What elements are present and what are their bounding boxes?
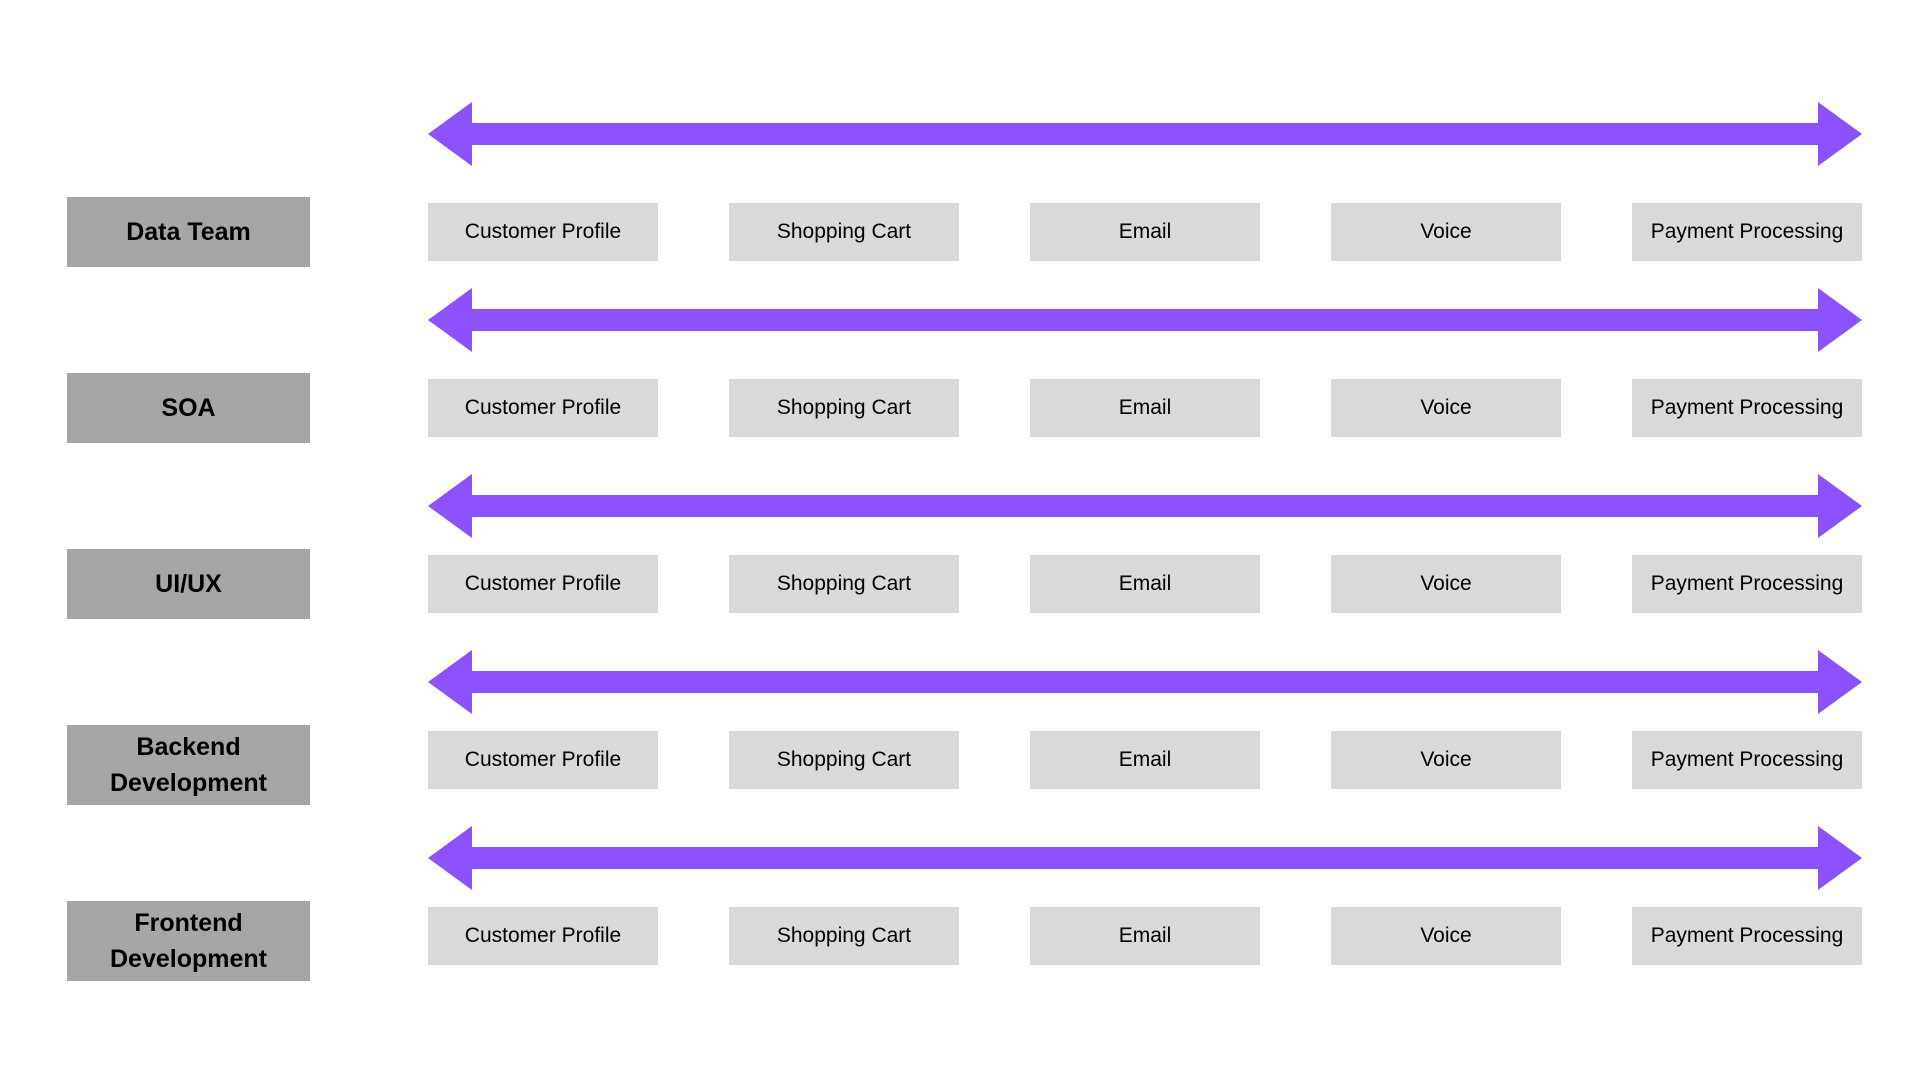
service-email: Email — [1030, 907, 1260, 965]
service-shopping-cart: Shopping Cart — [729, 907, 959, 965]
team-label-frontend-development: Frontend Development — [67, 901, 310, 981]
team-label-backend-development: Backend Development — [67, 725, 310, 805]
service-customer-profile: Customer Profile — [428, 203, 658, 261]
service-payment-processing: Payment Processing — [1632, 907, 1862, 965]
double-arrow-2 — [428, 288, 1862, 352]
service-email: Email — [1030, 555, 1260, 613]
double-arrow-1 — [428, 102, 1862, 166]
service-payment-processing: Payment Processing — [1632, 379, 1862, 437]
service-shopping-cart: Shopping Cart — [729, 203, 959, 261]
team-label-ui-ux: UI/UX — [67, 549, 310, 619]
team-label-data-team: Data Team — [67, 197, 310, 267]
double-arrow-4 — [428, 650, 1862, 714]
service-email: Email — [1030, 203, 1260, 261]
double-arrow-5 — [428, 826, 1862, 890]
service-payment-processing: Payment Processing — [1632, 731, 1862, 789]
double-arrow-3 — [428, 474, 1862, 538]
service-voice: Voice — [1331, 907, 1561, 965]
team-label-soa: SOA — [67, 373, 310, 443]
service-voice: Voice — [1331, 379, 1561, 437]
service-voice: Voice — [1331, 555, 1561, 613]
service-customer-profile: Customer Profile — [428, 555, 658, 613]
service-shopping-cart: Shopping Cart — [729, 379, 959, 437]
service-shopping-cart: Shopping Cart — [729, 555, 959, 613]
service-email: Email — [1030, 731, 1260, 789]
service-voice: Voice — [1331, 731, 1561, 789]
service-customer-profile: Customer Profile — [428, 907, 658, 965]
service-payment-processing: Payment Processing — [1632, 555, 1862, 613]
service-customer-profile: Customer Profile — [428, 731, 658, 789]
service-voice: Voice — [1331, 203, 1561, 261]
service-shopping-cart: Shopping Cart — [729, 731, 959, 789]
service-customer-profile: Customer Profile — [428, 379, 658, 437]
service-email: Email — [1030, 379, 1260, 437]
service-payment-processing: Payment Processing — [1632, 203, 1862, 261]
